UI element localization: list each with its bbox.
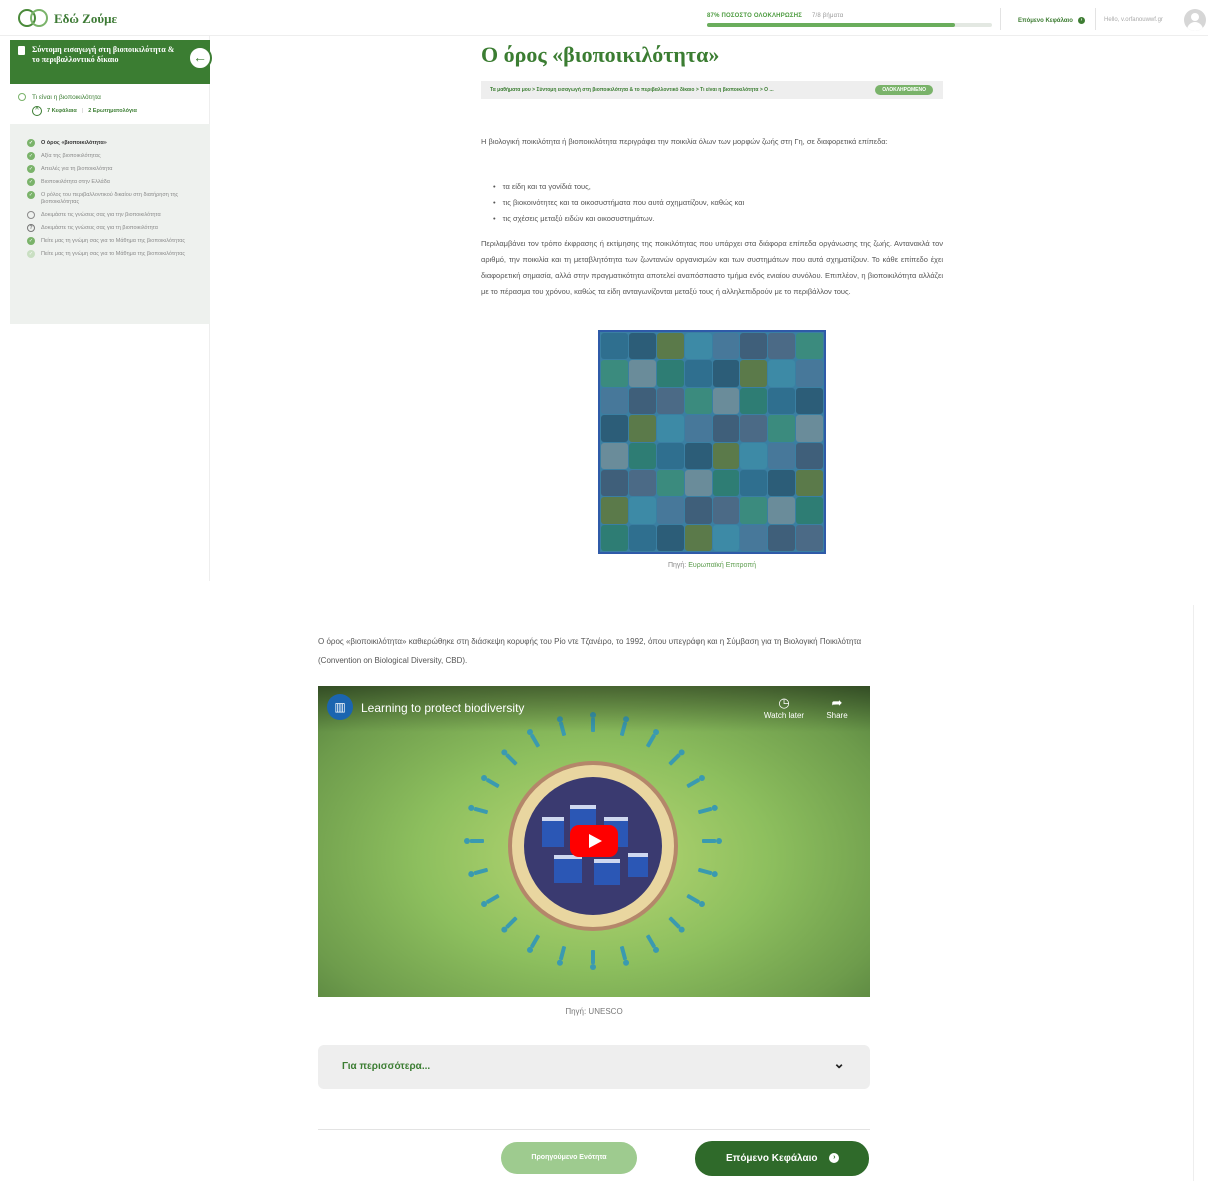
sidebar-topic[interactable]: ✓ Ο όρος «βιοποικιλότητα» xyxy=(10,139,210,147)
accordion-label: Για περισσότερα... xyxy=(342,1061,431,1072)
back-arrow-icon[interactable]: ← xyxy=(188,46,212,70)
course-progress: 87% ΠΟΣΟΣΤΟ ΟΛΟΚΛΗΡΩΣΗΣ 7/8 βήματα xyxy=(707,13,992,27)
sidebar-topic[interactable]: ✓ Ο ρόλος του περιβαλλοντικού δικαίου στη… xyxy=(10,191,210,206)
next-chapter-label: Επόμενο Κεφάλαιο xyxy=(726,1153,818,1164)
avatar[interactable] xyxy=(1184,9,1206,31)
logo-icon xyxy=(18,9,48,29)
logo-text: Εδώ Ζούμε xyxy=(54,11,118,26)
sidebar-topic[interactable]: ✓ Πείτε μας τη γνώμη σας για το Μάθημα τη… xyxy=(10,250,210,258)
image-caption: Πηγή: Ευρωπαϊκή Επιτροπή xyxy=(598,562,826,569)
topic-list: ✓ Ο όρος «βιοποικιλότητα» ✓ Αξία της βιοποι… xyxy=(10,124,210,324)
lesson-title: Τι είναι η βιοποικιλότητα xyxy=(32,93,101,101)
check-circle-icon: ✓ xyxy=(27,250,35,258)
progress-count: 7/8 βήματα xyxy=(811,13,844,19)
arrow-right-icon: › xyxy=(829,1153,840,1164)
header-divider xyxy=(1095,8,1096,30)
collapse-up-icon[interactable]: ^ xyxy=(32,106,42,116)
incomplete-circle-icon xyxy=(27,211,35,219)
watch-later-button[interactable]: ◷ Watch later xyxy=(759,694,809,720)
share-button[interactable]: ➦ Share xyxy=(812,694,862,720)
check-circle-icon: ✓ xyxy=(27,165,35,173)
sidebar-topic-label: Δοκιμάστε τις γνώσεις σας για τη βιοποικ… xyxy=(41,225,158,231)
header-divider xyxy=(1000,8,1001,30)
header-next-chapter-label: Επόμενο Κεφάλαιο xyxy=(1018,17,1073,24)
sidebar-topic[interactable]: ✓ Απειλές για τη βιοποικιλότητα xyxy=(10,165,210,173)
sidebar-topic[interactable]: Δοκιμάστε τις γνώσεις σας για την βιοποι… xyxy=(10,211,210,219)
intro-paragraph: Η βιολογική ποικιλότητα ή βιοποικιλότητα… xyxy=(481,137,888,146)
page-title: Ο όρος «βιοποικιλότητα» xyxy=(481,42,720,67)
body-paragraph: Περιλαμβάνει τον τρόπο έκφρασης ή εκτίμη… xyxy=(481,239,943,296)
sidebar-topic[interactable]: ? Δοκιμάστε τις γνώσεις σας για τη βιοποι… xyxy=(10,224,210,232)
clock-icon: ◷ xyxy=(778,695,790,710)
video-caption: Πηγή: UNESCO xyxy=(565,1007,623,1016)
next-chapter-button[interactable]: Επόμενο Κεφάλαιο › xyxy=(695,1141,869,1176)
lesson-meta: ^ 7 Κεφάλαια | 2 Ερωτηματολόγια xyxy=(32,106,137,116)
image-caption-prefix: Πηγή: xyxy=(667,562,687,569)
course-sidebar: Σύντομη εισαγωγή στη βιοποικιλότητα & το… xyxy=(10,36,212,581)
lesson-quizzes-count: 2 Ερωτηματολόγια xyxy=(88,108,137,114)
sidebar-topic[interactable]: ✓ Πείτε μας τη γνώμη σας για το Μάθημα τη… xyxy=(10,237,210,245)
status-badge: ΟΛΟΚΛΗΡΩΜΕΝΟ xyxy=(875,85,933,95)
course-title-box[interactable]: Σύντομη εισαγωγή στη βιοποικιλότητα & το… xyxy=(10,40,210,84)
share-label: Share xyxy=(826,711,848,720)
sidebar-topic-label: Αξία της βιοποικιλότητας xyxy=(41,153,101,159)
breadcrumb-trail[interactable]: Τα μαθήματα μου > Σύντομη εισαγωγή στη β… xyxy=(490,87,774,93)
check-circle-icon: ✓ xyxy=(27,191,35,199)
share-icon: ➦ xyxy=(831,695,843,710)
course-title: Σύντομη εισαγωγή στη βιοποικιλότητα & το… xyxy=(32,45,175,64)
progress-track xyxy=(707,23,992,27)
check-circle-icon: ✓ xyxy=(27,152,35,160)
divider xyxy=(318,1129,870,1130)
sidebar-topic-label: Ο ρόλος του περιβαλλοντικού δικαίου στη … xyxy=(41,192,179,205)
progress-ring-icon xyxy=(18,93,26,101)
sidebar-topic-label: Πείτε μας τη γνώμη σας για το Μάθημα της… xyxy=(41,251,186,257)
watch-later-label: Watch later xyxy=(763,711,805,720)
header-next-chapter-link[interactable]: Επόμενο Κεφάλαιο › xyxy=(1018,17,1085,24)
page: Εδώ Ζούμε 87% ΠΟΣΟΣΤΟ ΟΛΟΚΛΗΡΩΣΗΣ 7/8 βή… xyxy=(0,0,1208,1181)
arrow-right-icon: › xyxy=(1077,17,1085,24)
chevron-down-icon: ⌄ xyxy=(833,1055,845,1071)
sidebar-topic-label: Δοκιμάστε τις γνώσεις σας για την βιοποι… xyxy=(41,212,161,218)
sidebar-topic-label: Πείτε μας τη γνώμη σας για το Μάθημα της… xyxy=(41,238,186,244)
unesco-channel-icon[interactable]: ▥ xyxy=(327,694,353,720)
sidebar-topic[interactable]: ✓ Αξία της βιοποικιλότητας xyxy=(10,152,210,160)
quiz-icon: ? xyxy=(27,224,35,232)
list-item: τις βιοκοινότητες και τα οικοσυστήματα π… xyxy=(493,195,745,211)
list-item: τα είδη και τα γονίδιά τους, xyxy=(493,179,744,195)
youtube-video-embed[interactable]: ▥ Learning to protect biodiversity ◷ Wat… xyxy=(318,686,870,997)
lesson-link[interactable]: Τι είναι η βιοποικιλότητα xyxy=(18,93,101,101)
check-circle-icon: ✓ xyxy=(27,237,35,245)
site-logo[interactable]: Εδώ Ζούμε xyxy=(18,9,117,29)
image-source-link[interactable]: Ευρωπαϊκή Επιτροπή xyxy=(688,562,756,569)
sidebar-topic[interactable]: ✓ Βιοποικιλότητα στην Ελλάδα xyxy=(10,178,210,186)
progress-label: 87% ΠΟΣΟΣΤΟ ΟΛΟΚΛΗΡΩΣΗΣ xyxy=(707,13,803,19)
levels-list: τα είδη και τα γονίδιά τους,τις βιοκοινό… xyxy=(493,179,745,227)
divider xyxy=(1193,605,1194,1181)
more-info-accordion[interactable]: Για περισσότερα... ⌄ xyxy=(318,1045,870,1089)
check-circle-icon: ✓ xyxy=(27,139,35,147)
user-greeting[interactable]: Hello, v.orfanouwwf.gr xyxy=(1104,17,1163,23)
document-icon xyxy=(18,46,25,55)
sidebar-topic-label: Ο όρος «βιοποικιλότητα» xyxy=(41,140,107,146)
top-header: Εδώ Ζούμε 87% ΠΟΣΟΣΤΟ ΟΛΟΚΛΗΡΩΣΗΣ 7/8 βή… xyxy=(0,0,1208,36)
breadcrumb: Τα μαθήματα μου > Σύντομη εισαγωγή στη β… xyxy=(481,81,943,99)
video-title[interactable]: Learning to protect biodiversity xyxy=(361,701,524,715)
previous-section-button[interactable]: Προηγούμενο Ενότητα xyxy=(501,1142,637,1174)
biodiversity-puzzle-image xyxy=(598,330,826,554)
list-item: τις σχέσεις μεταξύ ειδών και οικοσυστημά… xyxy=(493,211,744,227)
lesson-chapters-count: 7 Κεφάλαια xyxy=(47,108,77,114)
sidebar-topic-label: Απειλές για τη βιοποικιλότητα xyxy=(41,166,113,172)
check-circle-icon: ✓ xyxy=(27,178,35,186)
cbd-paragraph: Ο όρος «βιοποικιλότητα» καθιερώθηκε στη … xyxy=(318,637,862,665)
sidebar-topic-label: Βιοποικιλότητα στην Ελλάδα xyxy=(41,179,110,185)
play-button[interactable] xyxy=(570,825,618,857)
progress-fill xyxy=(707,23,955,27)
